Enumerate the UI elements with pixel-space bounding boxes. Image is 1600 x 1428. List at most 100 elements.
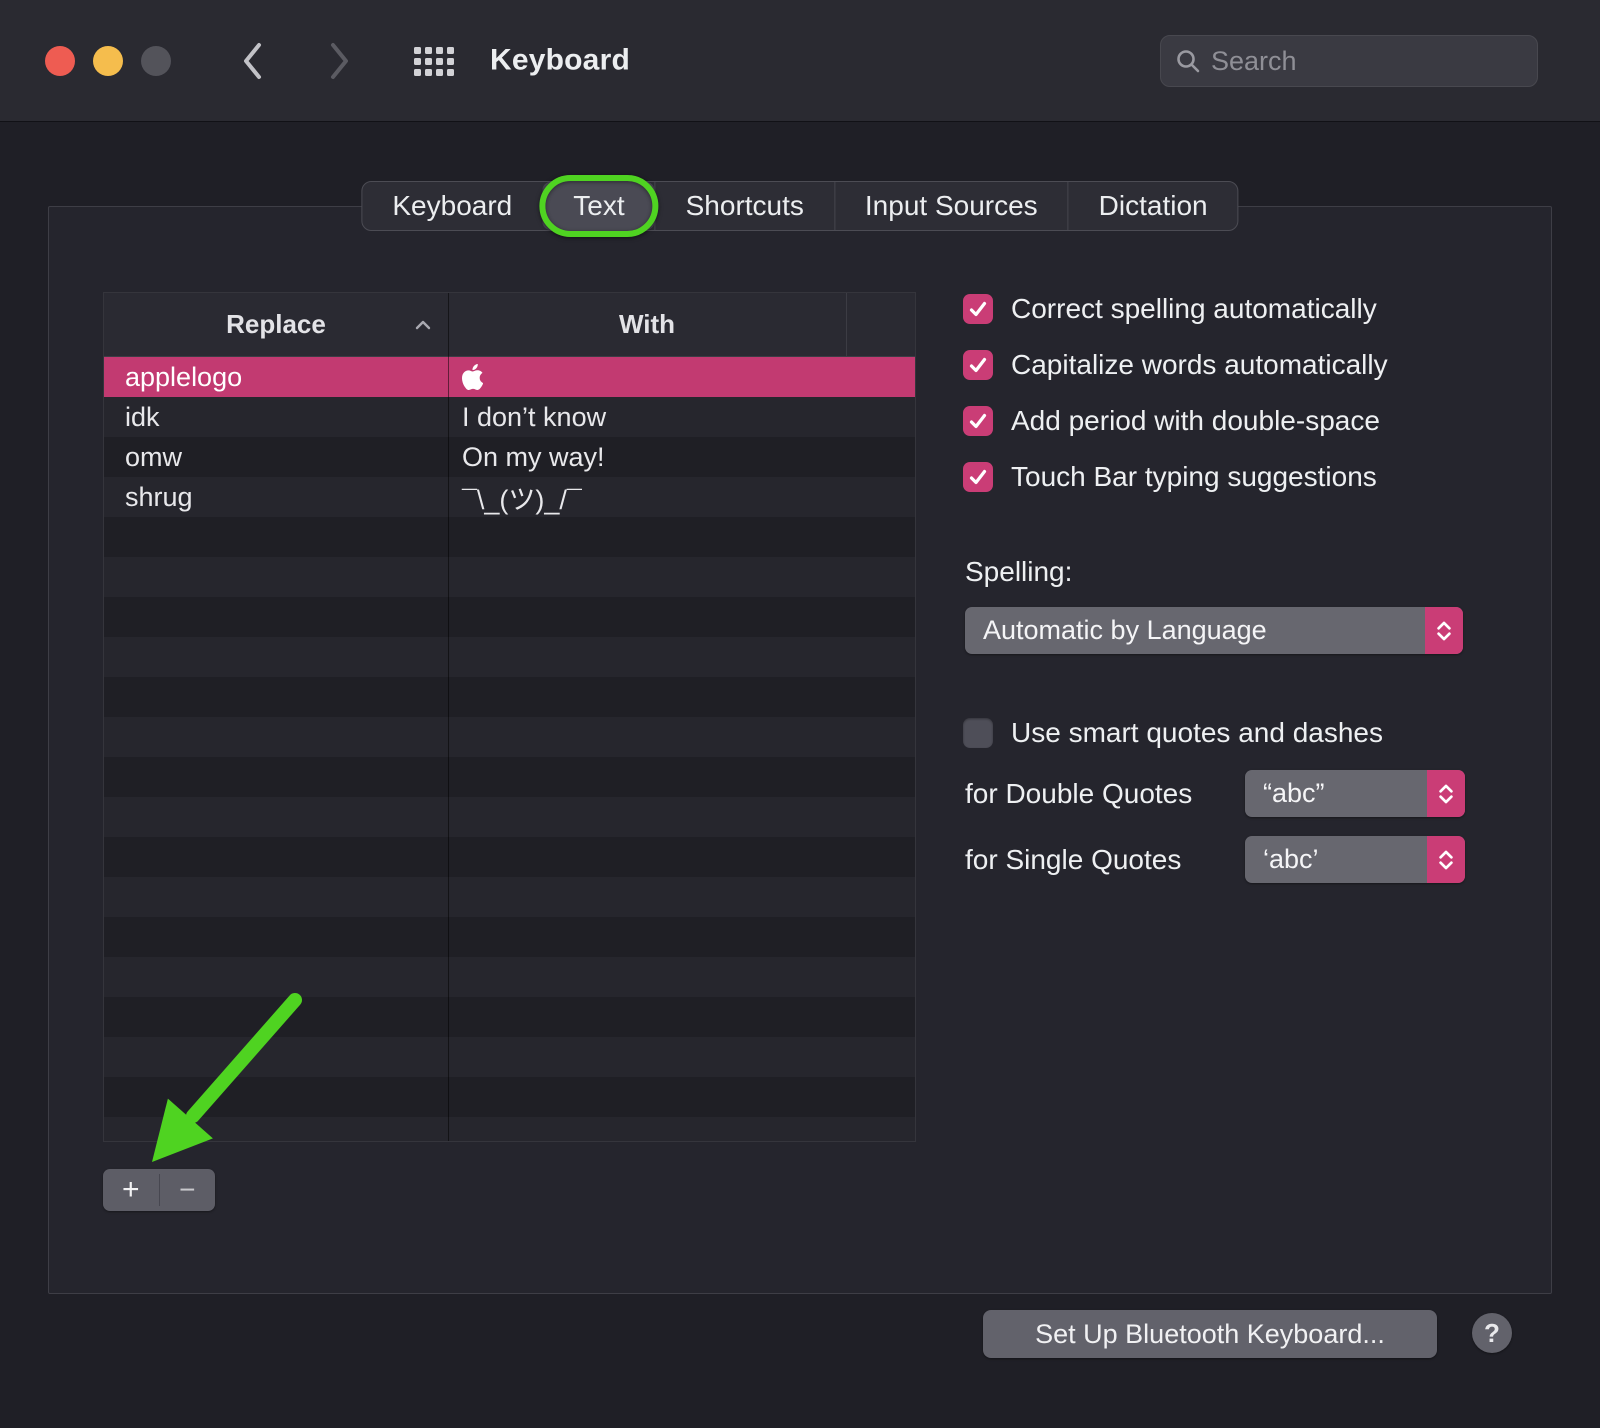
minus-icon: − (179, 1174, 195, 1206)
checkbox-row: Correct spelling automatically (963, 293, 1388, 324)
minimize-button[interactable] (93, 46, 123, 76)
table-row-empty[interactable] (104, 997, 915, 1037)
close-button[interactable] (45, 46, 75, 76)
table-row-empty[interactable] (104, 637, 915, 677)
text-replacements-table: Replace With applelogoidkI don’t knowomw… (103, 292, 916, 1142)
chevron-right-icon (327, 39, 353, 83)
spelling-options: Correct spelling automatically Capitalize… (963, 293, 1388, 517)
tab-keyboard[interactable]: Keyboard (362, 182, 542, 230)
show-all-grid-icon[interactable] (414, 47, 454, 76)
add-remove-control: + − (103, 1169, 215, 1211)
table-row-empty[interactable] (104, 1117, 915, 1142)
tab-text[interactable]: Text (542, 182, 654, 230)
table-row-shrug[interactable]: shrug¯\_(ツ)_/¯ (104, 477, 915, 517)
checkbox-row: Touch Bar typing suggestions (963, 461, 1388, 492)
single-quotes-popup[interactable]: ‘abc’ (1245, 836, 1465, 883)
cell-with: I don’t know (448, 402, 915, 433)
search-icon (1175, 48, 1201, 74)
column-header-label: Replace (226, 309, 326, 340)
header-divider (846, 293, 847, 357)
tab-shortcuts[interactable]: Shortcuts (655, 182, 834, 230)
checkbox-capitalize-words-automatically[interactable] (963, 350, 993, 380)
table-row-empty[interactable] (104, 917, 915, 957)
back-button[interactable] (230, 36, 274, 86)
table-row-empty[interactable] (104, 837, 915, 877)
cell-with: ¯\_(ツ)_/¯ (448, 478, 915, 517)
tab-dictation[interactable]: Dictation (1068, 182, 1238, 230)
checkbox-row: Capitalize words automatically (963, 349, 1388, 380)
table-row-empty[interactable] (104, 1037, 915, 1077)
checkbox-correct-spelling-automatically[interactable] (963, 294, 993, 324)
table-row-applelogo[interactable]: applelogo (104, 357, 915, 397)
remove-replacement-button[interactable]: − (160, 1169, 216, 1211)
search-field[interactable] (1160, 35, 1538, 87)
plus-icon: + (122, 1173, 140, 1207)
double-quotes-label: for Double Quotes (965, 770, 1192, 817)
table-row-empty[interactable] (104, 717, 915, 757)
table-row-empty[interactable] (104, 757, 915, 797)
column-header-with[interactable]: With (448, 293, 846, 356)
checkbox-use-smart-quotes-and-dashes[interactable] (963, 718, 993, 748)
checkmark-icon (967, 298, 989, 320)
table-body: applelogoidkI don’t knowomwOn my way!shr… (104, 357, 915, 1142)
table-row-empty[interactable] (104, 597, 915, 637)
table-row-empty[interactable] (104, 797, 915, 837)
tab-label: Dictation (1099, 190, 1208, 222)
checkmark-icon (967, 410, 989, 432)
checkbox-label: Touch Bar typing suggestions (1011, 461, 1377, 493)
tab-label: Keyboard (392, 190, 512, 222)
apple-logo-icon (462, 364, 483, 390)
popup-stepper-icon (1425, 607, 1463, 654)
popup-value: ‘abc’ (1245, 844, 1427, 875)
keyboard-preferences-window: Keyboard Keyboard Text Shortcuts Input Sour… (0, 0, 1600, 1428)
checkbox-touch-bar-typing-suggestions[interactable] (963, 462, 993, 492)
checkbox-add-period-with-double-space[interactable] (963, 406, 993, 436)
table-row-empty[interactable] (104, 517, 915, 557)
tab-bar: Keyboard Text Shortcuts Input Sources Dictat… (361, 181, 1238, 231)
single-quotes-label: for Single Quotes (965, 836, 1181, 883)
table-row-empty[interactable] (104, 1077, 915, 1117)
checkbox-row: Add period with double-space (963, 405, 1388, 436)
popup-stepper-icon (1427, 836, 1465, 883)
help-button[interactable]: ? (1472, 1313, 1512, 1353)
cell-replace: shrug (104, 482, 448, 513)
table-row-empty[interactable] (104, 877, 915, 917)
popup-stepper-icon (1427, 770, 1465, 817)
tab-input-sources[interactable]: Input Sources (834, 182, 1068, 230)
search-input[interactable] (1211, 46, 1537, 77)
checkbox-label: Correct spelling automatically (1011, 293, 1377, 325)
table-row-omw[interactable]: omwOn my way! (104, 437, 915, 477)
forward-button[interactable] (318, 36, 362, 86)
fullscreen-button[interactable] (141, 46, 171, 76)
checkbox-label: Capitalize words automatically (1011, 349, 1388, 381)
column-divider (448, 293, 449, 1141)
add-replacement-button[interactable]: + (103, 1169, 159, 1211)
spelling-popup[interactable]: Automatic by Language (965, 607, 1463, 654)
table-row-empty[interactable] (104, 557, 915, 597)
titlebar: Keyboard (0, 0, 1600, 122)
question-mark-icon: ? (1484, 1318, 1500, 1349)
checkmark-icon (967, 466, 989, 488)
cell-replace: omw (104, 442, 448, 473)
cell-replace: idk (104, 402, 448, 433)
cell-with (448, 364, 915, 390)
table-row-idk[interactable]: idkI don’t know (104, 397, 915, 437)
smart-quotes-row: Use smart quotes and dashes (963, 717, 1383, 748)
spelling-label: Spelling: (965, 556, 1072, 588)
checkmark-icon (967, 354, 989, 376)
checkbox-label: Add period with double-space (1011, 405, 1380, 437)
popup-value: Automatic by Language (965, 615, 1425, 646)
popup-value: “abc” (1245, 778, 1427, 809)
column-header-label: With (619, 309, 675, 340)
table-row-empty[interactable] (104, 957, 915, 997)
table-header: Replace With (104, 293, 915, 357)
cell-replace: applelogo (104, 362, 448, 393)
table-row-empty[interactable] (104, 677, 915, 717)
cell-with: On my way! (448, 442, 915, 473)
double-quotes-popup[interactable]: “abc” (1245, 770, 1465, 817)
tab-label: Text (573, 190, 624, 222)
chevron-left-icon (239, 39, 265, 83)
column-header-replace[interactable]: Replace (104, 293, 448, 356)
setup-bluetooth-keyboard-button[interactable]: Set Up Bluetooth Keyboard... (983, 1310, 1437, 1358)
tab-label: Shortcuts (686, 190, 804, 222)
